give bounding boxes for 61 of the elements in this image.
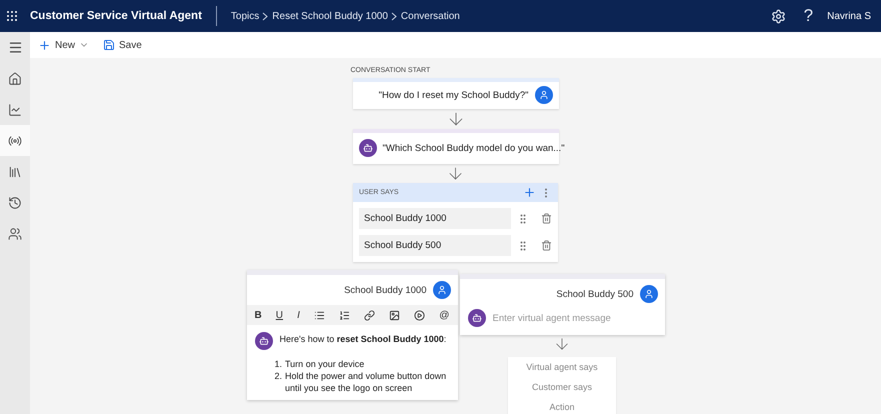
- underline-button[interactable]: U: [276, 310, 284, 320]
- entities-icon: [8, 164, 22, 178]
- numbered-icon: [339, 310, 350, 320]
- bold-button[interactable]: B: [254, 310, 262, 320]
- analytics-icon: [8, 102, 22, 116]
- topics-icon: [8, 134, 22, 148]
- step-number: 1.: [274, 358, 282, 370]
- link-icon: [364, 310, 376, 320]
- sidebar-item[interactable]: [0, 125, 30, 156]
- plus-icon: [523, 186, 536, 199]
- person-icon: [436, 285, 446, 295]
- delete-button[interactable]: [541, 240, 552, 251]
- person-icon: [644, 289, 654, 299]
- trash-icon: [541, 213, 552, 224]
- users-icon: [8, 226, 22, 240]
- option-field[interactable]: School Buddy 1000: [359, 208, 511, 229]
- option-field[interactable]: School Buddy 500: [359, 235, 511, 256]
- user-name[interactable]: Navrina S: [827, 10, 871, 22]
- chevron-icon: [262, 12, 270, 20]
- video-icon: [414, 310, 426, 320]
- robot-icon: [258, 336, 268, 346]
- save-icon: [103, 39, 116, 51]
- trigger-phrase: "How do I reset my School Buddy?": [378, 90, 528, 100]
- trash-icon: [541, 240, 552, 251]
- image-icon: [389, 310, 400, 320]
- add-button[interactable]: [523, 186, 536, 199]
- video-button[interactable]: [414, 310, 426, 320]
- link-button[interactable]: [364, 310, 376, 320]
- help-button[interactable]: ?: [804, 6, 814, 26]
- home-icon: [8, 72, 22, 86]
- robot-icon: [472, 313, 482, 323]
- step-text: Hold the power and volume button down until you see the logo on screen: [285, 370, 448, 394]
- message-text: Here's how to reset School Buddy 1000:: [280, 333, 446, 346]
- breadcrumb-link[interactable]: Topics: [230, 10, 260, 22]
- menu-item[interactable]: Action: [549, 397, 574, 414]
- history-icon: [8, 196, 22, 210]
- italic-button[interactable]: I: [297, 310, 300, 320]
- step-text: Turn on your device: [285, 358, 364, 370]
- breadcrumb-link[interactable]: Reset School Buddy 1000: [272, 10, 388, 22]
- robot-icon: [362, 143, 372, 153]
- menu-item[interactable]: Customer says: [532, 377, 592, 397]
- image-button[interactable]: [389, 310, 400, 320]
- plus-icon: [38, 38, 51, 52]
- delete-button[interactable]: [541, 213, 552, 224]
- menu-item[interactable]: Virtual agent says: [526, 357, 598, 377]
- trigger-card[interactable]: "How do I reset my School Buddy?": [352, 78, 558, 109]
- question-text: "Which School Buddy model do you wan...": [382, 142, 565, 154]
- save-button[interactable]: Save: [103, 39, 142, 51]
- branch-title: School Buddy 1000: [344, 284, 426, 296]
- step-number: 2.: [274, 370, 282, 383]
- breadcrumb-link[interactable]: Conversation: [400, 10, 460, 22]
- menu-icon: [8, 40, 22, 55]
- branch-title: School Buddy 500: [556, 288, 634, 300]
- chevron-icon: [390, 12, 398, 20]
- new-button[interactable]: New: [38, 38, 90, 52]
- mention-button[interactable]: @: [439, 310, 450, 320]
- app-launcher-icon[interactable]: [6, 10, 18, 22]
- app-title: Customer Service Virtual Agent: [30, 10, 202, 22]
- person-icon: [538, 90, 548, 100]
- settings-icon[interactable]: [770, 8, 786, 24]
- numbered-button[interactable]: [339, 310, 350, 320]
